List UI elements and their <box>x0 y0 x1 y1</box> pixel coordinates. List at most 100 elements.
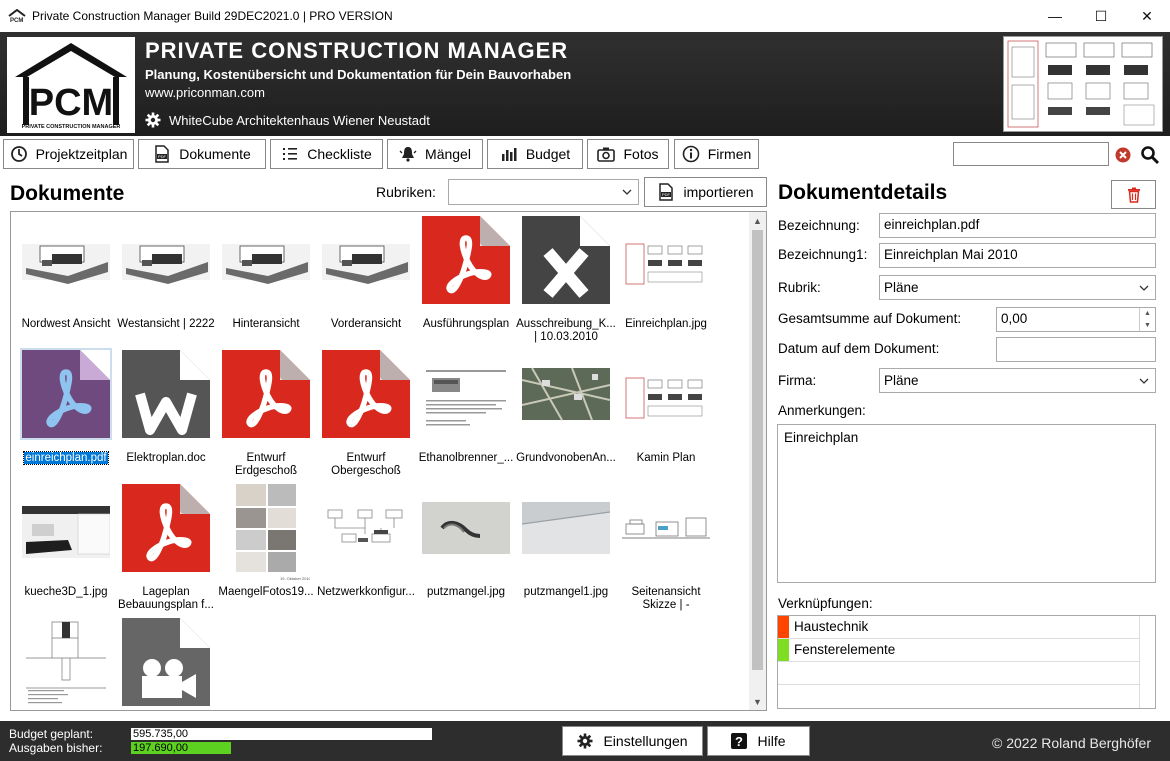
document-item[interactable]: Ausschreibung_K... | 10.03.2010 <box>516 216 616 344</box>
document-thumbnail <box>522 216 610 304</box>
close-button[interactable]: ✕ <box>1124 0 1170 32</box>
document-caption: Hinteransicht <box>232 318 300 330</box>
gesamtsumme-label: Gesamtsumme auf Dokument: <box>778 311 962 326</box>
settings-button[interactable]: Einstellungen <box>562 726 703 756</box>
document-thumbnail <box>22 216 110 304</box>
document-item[interactable]: Lageplan Bebauungsplan f... <box>116 484 216 612</box>
document-item[interactable] <box>116 618 216 710</box>
document-caption: MaengelFotos19... <box>218 586 314 598</box>
document-item[interactable]: Ausführungsplan <box>416 216 516 331</box>
bell-icon <box>399 147 417 162</box>
document-item[interactable]: Hinteransicht <box>216 216 316 331</box>
nav-projektzeitplan[interactable]: Projektzeitplan <box>3 139 134 169</box>
gesamtsumme-spinner[interactable]: ▲ ▼ <box>1139 308 1155 331</box>
budget-planned-label: Budget geplant: <box>9 727 94 741</box>
delete-button[interactable] <box>1111 180 1156 209</box>
list-item[interactable]: Fensterelemente <box>778 639 1140 662</box>
gesamtsumme-input[interactable]: 0,00 ▲ ▼ <box>996 307 1156 332</box>
nav-fotos[interactable]: Fotos <box>587 139 669 169</box>
document-caption: Seitenansicht Skizze | - <box>631 586 701 611</box>
document-item[interactable]: Vorderansicht <box>316 216 416 331</box>
nav-maengel[interactable]: Mängel <box>387 139 483 169</box>
nav-firmen[interactable]: Firmen <box>674 139 759 169</box>
budget-planned-value: 595.735,00 <box>133 728 189 740</box>
maximize-button[interactable]: ☐ <box>1078 0 1124 32</box>
document-item[interactable]: Elektroplan.doc <box>116 350 216 465</box>
clear-search-icon[interactable] <box>1115 147 1131 163</box>
status-footer: Budget geplant: 595.735,00 Ausgaben bish… <box>0 721 1170 761</box>
spent-value: 197.690,00 <box>133 742 189 754</box>
document-caption: Einreichplan.jpg <box>625 318 707 330</box>
pcm-logo: PCM PRIVATE CONSTRUCTION MANAGER <box>7 37 135 133</box>
bezeichnung-input[interactable]: einreichplan.pdf <box>879 213 1156 238</box>
document-item[interactable]: putzmangel1.jpg <box>516 484 616 599</box>
nav-budget[interactable]: Budget <box>487 139 583 169</box>
document-thumbnail <box>622 484 710 572</box>
document-thumbnail <box>422 216 510 304</box>
chevron-down-icon <box>622 189 632 195</box>
document-item[interactable]: Seitenansicht Skizze | - <box>616 484 716 612</box>
svg-text:19. Oktober 2010: 19. Oktober 2010 <box>280 576 310 581</box>
document-item[interactable]: 19. Oktober 2010 MaengelFotos19... <box>216 484 316 599</box>
svg-text:PDF: PDF <box>662 192 671 197</box>
verknuepfungen-list: Haustechnik Fensterelemente <box>777 615 1156 709</box>
rubrik-select[interactable]: Pläne <box>879 275 1156 300</box>
help-button[interactable]: ? Hilfe <box>707 726 810 756</box>
document-thumbnail <box>122 350 210 438</box>
scroll-down-arrow[interactable]: ▼ <box>749 693 766 710</box>
document-thumbnail <box>422 350 510 438</box>
minimize-button[interactable]: — <box>1032 0 1078 32</box>
firma-select[interactable]: Pläne <box>879 368 1156 393</box>
search-input[interactable] <box>953 142 1109 166</box>
document-thumbnail <box>422 484 510 572</box>
nav-dokumente[interactable]: PDF Dokumente <box>138 139 266 169</box>
datum-input[interactable] <box>996 337 1156 362</box>
budget-planned-bar: 595.735,00 <box>131 728 432 740</box>
scroll-up-arrow[interactable]: ▲ <box>749 212 766 229</box>
spent-bar: 197.690,00 <box>131 742 432 754</box>
document-caption: kueche3D_1.jpg <box>24 586 108 598</box>
chevron-down-icon <box>1139 378 1149 384</box>
bar-chart-icon <box>501 148 517 161</box>
document-caption: Ausführungsplan <box>422 318 510 330</box>
document-caption: Ausschreibung_K... | 10.03.2010 <box>516 318 616 343</box>
color-swatch <box>778 639 789 661</box>
main-nav: Projektzeitplan PDF Dokumente Checkliste… <box>0 138 1170 172</box>
rubriken-select[interactable] <box>448 179 639 205</box>
svg-text:PCM: PCM <box>10 18 23 23</box>
document-item[interactable]: kueche3D_1.jpg <box>16 484 116 599</box>
window-title: Private Construction Manager Build 29DEC… <box>32 9 393 23</box>
document-item[interactable]: Nordwest Ansicht <box>16 216 116 331</box>
gallery-scrollbar[interactable]: ▲ ▼ <box>749 212 766 710</box>
document-item[interactable]: Entwurf Obergeschoß <box>316 350 416 478</box>
list-item[interactable]: Haustechnik <box>778 616 1140 639</box>
document-item[interactable]: Ethanolbrenner_... <box>416 350 516 465</box>
document-item[interactable]: Einreichplan.jpg <box>616 216 716 331</box>
document-item[interactable]: Kamin Plan <box>616 350 716 465</box>
document-caption: Entwurf Erdgeschoß <box>234 452 297 477</box>
details-title: Dokumentdetails <box>778 181 948 204</box>
anmerkungen-textarea[interactable]: Einreichplan <box>777 424 1156 583</box>
document-item[interactable]: Netzwerkkonfigur... <box>316 484 416 599</box>
project-plan-thumbnail <box>1003 36 1163 132</box>
scroll-thumb[interactable] <box>752 230 763 670</box>
document-thumbnail <box>622 216 710 304</box>
firma-label: Firma: <box>778 373 817 388</box>
document-item[interactable]: Entwurf Erdgeschoß <box>216 350 316 478</box>
document-item[interactable]: Westansicht | 2222 <box>116 216 216 331</box>
document-item[interactable]: einreichplan.pdf <box>16 348 116 465</box>
documents-title: Dokumente <box>10 182 125 205</box>
document-item[interactable]: putzmangel.jpg <box>416 484 516 599</box>
document-item[interactable] <box>16 618 116 710</box>
import-button[interactable]: PDF importieren <box>644 177 767 207</box>
project-selector[interactable]: WhiteCube Architektenhaus Wiener Neustad… <box>145 112 430 128</box>
search-icon[interactable] <box>1140 145 1160 165</box>
gear-icon <box>145 112 161 128</box>
nav-checkliste[interactable]: Checkliste <box>270 139 383 169</box>
bezeichnung1-input[interactable]: Einreichplan Mai 2010 <box>879 243 1156 268</box>
svg-text:PDF: PDF <box>158 154 167 159</box>
document-thumbnail <box>20 348 112 440</box>
trash-icon <box>1127 187 1140 203</box>
bezeichnung-label: Bezeichnung: <box>778 218 860 233</box>
document-item[interactable]: GrundvonobenAn... <box>516 350 616 465</box>
